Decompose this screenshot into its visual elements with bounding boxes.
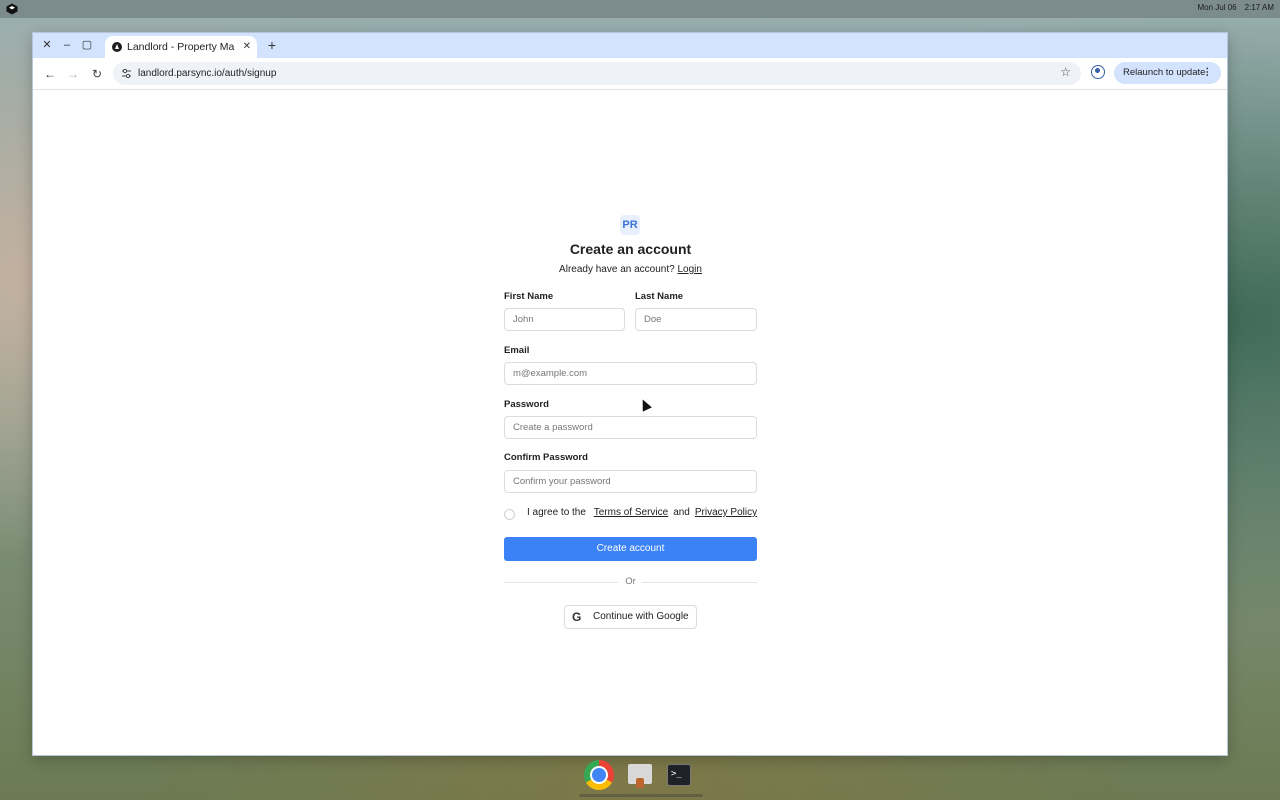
system-clock[interactable]: Mon Jul 06 2:17 AM: [1190, 3, 1275, 12]
address-bar[interactable]: landlord.parsync.io/auth/signup ☆: [113, 62, 1081, 85]
tab-strip: ✕ – ▢ Landlord - Property Ma ✕ +: [33, 33, 1227, 58]
address-url: landlord.parsync.io/auth/signup: [138, 68, 277, 79]
terminal-app-icon[interactable]: >_: [667, 764, 691, 786]
page-content: PR Create an account Already have an acc…: [33, 90, 1227, 755]
reload-icon[interactable]: ↻: [88, 65, 106, 83]
terms-of-service-link[interactable]: Terms of Service: [594, 507, 668, 518]
tab-title: Landlord - Property Ma: [127, 41, 235, 53]
login-link[interactable]: Login: [677, 264, 701, 275]
tab-favicon-icon: [112, 42, 122, 52]
confirm-password-input[interactable]: Confirm your password: [504, 470, 757, 493]
dock: >_: [579, 757, 703, 797]
chrome-app-icon[interactable]: [584, 760, 614, 790]
browser-tab-active[interactable]: Landlord - Property Ma ✕: [105, 36, 257, 58]
relaunch-to-update-button[interactable]: Relaunch to update ⋮: [1114, 62, 1221, 84]
first-name-label: First Name: [504, 291, 554, 302]
continue-with-google-button[interactable]: G Continue with Google: [564, 605, 697, 629]
first-name-input[interactable]: John: [504, 308, 625, 331]
window-close-icon[interactable]: ✕: [39, 37, 55, 53]
password-label: Password: [504, 399, 549, 410]
last-name-input[interactable]: Doe: [635, 308, 757, 331]
new-tab-button[interactable]: +: [263, 36, 281, 54]
system-time: 2:17 AM: [1244, 3, 1274, 12]
agree-prefix: I agree to the: [527, 507, 586, 518]
system-date: Mon Jul 06: [1197, 3, 1237, 12]
create-account-button[interactable]: Create account: [504, 537, 757, 561]
privacy-policy-link[interactable]: Privacy Policy: [695, 507, 757, 518]
google-button-label: Continue with Google: [593, 611, 689, 622]
bookmark-star-icon[interactable]: ☆: [1060, 65, 1071, 79]
window-minimize-icon[interactable]: –: [59, 37, 75, 53]
email-label: Email: [504, 345, 530, 356]
tab-close-icon[interactable]: ✕: [243, 39, 251, 55]
page-title: Create an account: [569, 241, 692, 257]
os-logo-icon[interactable]: [6, 3, 18, 15]
forward-arrow-icon[interactable]: →: [64, 65, 82, 83]
password-input[interactable]: Create a password: [504, 416, 757, 439]
back-arrow-icon[interactable]: ←: [41, 65, 59, 83]
confirm-password-label: Confirm Password: [504, 452, 588, 463]
agree-checkbox[interactable]: [504, 509, 515, 520]
terms-agreement: I agree to the Terms of Service and Privac…: [527, 507, 762, 518]
divider-right: [642, 582, 757, 583]
login-prompt-text: Already have an account?: [559, 264, 675, 275]
login-prompt: Already have an account? Login: [504, 264, 757, 275]
site-settings-icon[interactable]: [121, 68, 132, 79]
google-icon: G: [572, 610, 582, 624]
email-input[interactable]: m@example.com: [504, 362, 757, 385]
relaunch-label: Relaunch to update: [1123, 67, 1206, 78]
last-name-label: Last Name: [635, 291, 684, 302]
profile-avatar-icon[interactable]: [1091, 65, 1105, 79]
more-menu-icon[interactable]: ⋮: [1203, 62, 1213, 84]
agree-and: and: [673, 507, 690, 518]
dock-indicator: [579, 794, 703, 797]
files-app-icon[interactable]: [628, 764, 652, 788]
browser-toolbar: ← → ↻ landlord.parsync.io/auth/signup ☆ …: [33, 58, 1227, 90]
brand-logo-icon: PR: [620, 215, 640, 235]
browser-window: ✕ – ▢ Landlord - Property Ma ✕ + ← → ↻ l…: [33, 33, 1227, 755]
window-maximize-icon[interactable]: ▢: [79, 37, 95, 53]
system-top-bar: Mon Jul 06 2:17 AM: [0, 0, 1280, 18]
